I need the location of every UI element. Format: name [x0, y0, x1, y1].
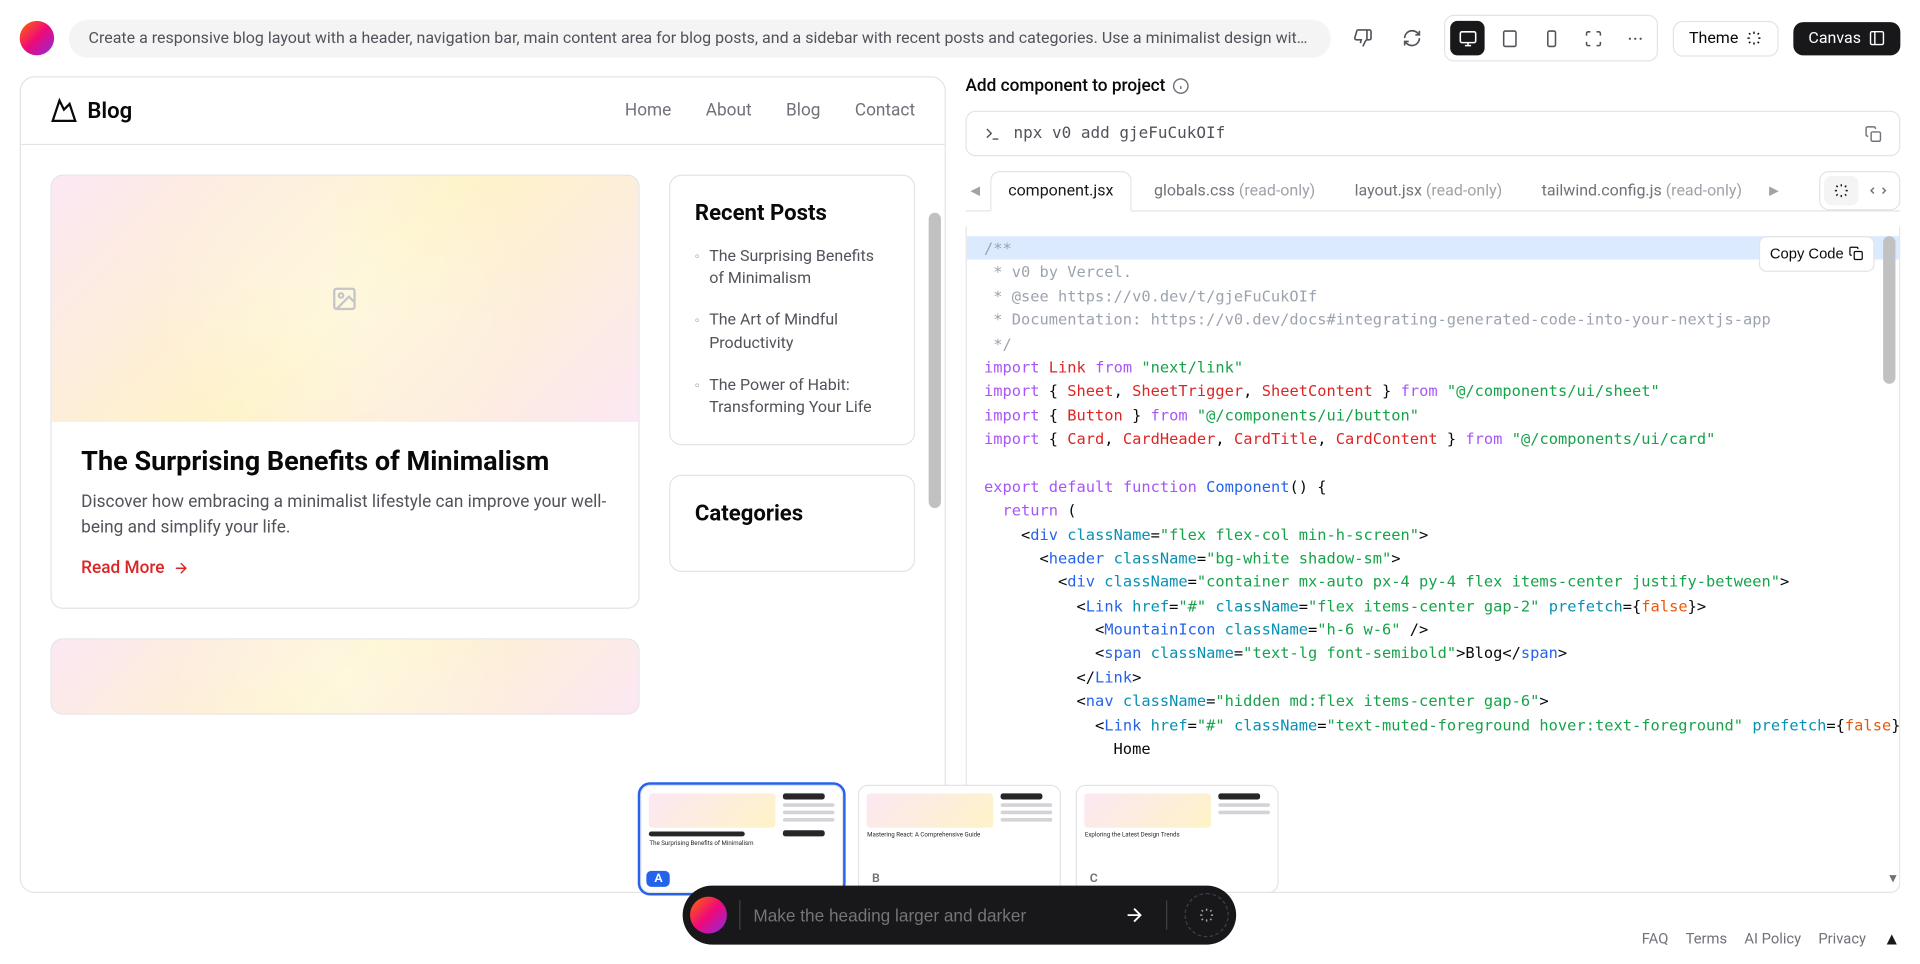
desktop-icon[interactable] [1450, 21, 1484, 55]
sparkle-view-icon[interactable] [1824, 176, 1858, 206]
preview-panel: Blog Home About Blog Contact The Surpris… [20, 76, 946, 892]
tab-scroll-right-icon[interactable]: ▶ [1764, 184, 1783, 198]
nav-blog[interactable]: Blog [786, 101, 820, 121]
submit-icon[interactable] [1115, 895, 1154, 934]
footer-privacy[interactable]: Privacy [1818, 930, 1866, 947]
vercel-logo-icon[interactable]: ▲ [1883, 928, 1900, 949]
copy-icon[interactable] [1865, 125, 1882, 142]
canvas-label: Canvas [1808, 29, 1861, 47]
variant-badge: A [647, 871, 670, 887]
recent-post-link[interactable]: The Surprising Benefits of Minimalism [695, 246, 889, 291]
scroll-down-icon[interactable]: ▼ [1889, 870, 1896, 889]
file-tabs: ◀ component.jsx globals.css (read-only) … [966, 171, 1901, 212]
tab-layout[interactable]: layout.jsx (read-only) [1337, 172, 1519, 210]
info-icon[interactable] [1173, 77, 1190, 94]
top-bar: Create a responsive blog layout with a h… [0, 0, 1920, 76]
preview-logo[interactable]: Blog [50, 97, 132, 124]
footer-terms[interactable]: Terms [1686, 930, 1727, 947]
sparkle-icon [1746, 30, 1763, 47]
code-view-icon[interactable] [1861, 176, 1895, 206]
preview-nav: Home About Blog Contact [625, 101, 915, 121]
npx-command: npx v0 add gjeFuCukOIf [1013, 124, 1852, 142]
read-more-link[interactable]: Read More [81, 558, 609, 578]
post-image-placeholder [52, 640, 639, 714]
recent-post-link[interactable]: The Art of Mindful Productivity [695, 310, 889, 355]
tab-component[interactable]: component.jsx [990, 171, 1132, 212]
post-image-placeholder [52, 176, 639, 422]
variant-badge: B [865, 871, 888, 887]
variant-thumbnails: The Surprising Benefits of Minimalism A … [641, 784, 1279, 892]
variant-b[interactable]: Mastering React: A Comprehensive Guide B [859, 784, 1062, 892]
read-more-label: Read More [81, 558, 164, 578]
prompt-display[interactable]: Create a responsive blog layout with a h… [69, 19, 1331, 57]
nav-about[interactable]: About [706, 101, 752, 121]
tablet-icon[interactable] [1492, 21, 1526, 55]
copy-icon [1849, 246, 1864, 261]
variant-c[interactable]: Exploring the Latest Design Trends C [1076, 784, 1279, 892]
nav-home[interactable]: Home [625, 101, 671, 121]
mobile-icon[interactable] [1534, 21, 1568, 55]
mountain-icon [50, 97, 77, 124]
posts-column: The Surprising Benefits of Minimalism Di… [50, 175, 639, 862]
copy-code-button[interactable]: Copy Code [1759, 236, 1875, 271]
recent-post-link[interactable]: The Power of Habit: Transforming Your Li… [695, 375, 889, 420]
code-scrollbar[interactable] [1881, 226, 1898, 891]
chat-bar [683, 885, 1237, 944]
enhance-icon[interactable] [1185, 893, 1229, 937]
code-panel: Add component to project npx v0 add gjeF… [966, 76, 1901, 892]
fullscreen-icon[interactable] [1576, 21, 1610, 55]
terminal-icon [984, 125, 1001, 142]
more-icon[interactable] [1618, 21, 1652, 55]
tab-scroll-left-icon[interactable]: ◀ [966, 184, 985, 198]
preview-scrollbar[interactable] [926, 213, 943, 879]
add-component-label: Add component to project [966, 76, 1901, 96]
chat-avatar[interactable] [691, 896, 728, 933]
post-excerpt: Discover how embracing a minimalist life… [81, 490, 609, 542]
preview-sidebar: Recent Posts The Surprising Benefits of … [669, 175, 915, 862]
chat-input[interactable] [753, 905, 1102, 925]
user-avatar[interactable] [20, 21, 54, 55]
categories-card: Categories [669, 475, 915, 572]
nav-contact[interactable]: Contact [855, 101, 915, 121]
tab-tailwind[interactable]: tailwind.config.js (read-only) [1524, 172, 1759, 210]
code-content: /** * v0 by Vercel. * @see https://v0.de… [967, 226, 1899, 770]
refresh-icon[interactable] [1395, 21, 1429, 55]
preview-header: Blog Home About Blog Contact [21, 77, 945, 145]
viewport-toggle [1444, 15, 1658, 62]
theme-button[interactable]: Theme [1673, 20, 1779, 56]
brand-text: Blog [87, 98, 132, 124]
footer-links: FAQ Terms AI Policy Privacy ▲ [1642, 928, 1901, 949]
canvas-icon [1868, 30, 1885, 47]
post-title: The Surprising Benefits of Minimalism [81, 446, 609, 477]
arrow-right-icon [172, 560, 189, 577]
variant-badge: C [1082, 871, 1105, 887]
thumbs-down-icon[interactable] [1346, 21, 1380, 55]
footer-faq[interactable]: FAQ [1642, 930, 1669, 947]
npx-command-box: npx v0 add gjeFuCukOIf [966, 111, 1901, 157]
recent-posts-title: Recent Posts [695, 200, 889, 226]
canvas-button[interactable]: Canvas [1794, 22, 1901, 55]
footer-ai-policy[interactable]: AI Policy [1744, 930, 1801, 947]
theme-label: Theme [1689, 29, 1738, 47]
tab-globals[interactable]: globals.css (read-only) [1137, 172, 1333, 210]
post-card: The Surprising Benefits of Minimalism Di… [50, 175, 639, 609]
categories-title: Categories [695, 501, 889, 527]
post-card [50, 638, 639, 714]
variant-a[interactable]: The Surprising Benefits of Minimalism A [641, 784, 844, 892]
code-view-toggle [1819, 171, 1900, 210]
recent-posts-card: Recent Posts The Surprising Benefits of … [669, 175, 915, 446]
